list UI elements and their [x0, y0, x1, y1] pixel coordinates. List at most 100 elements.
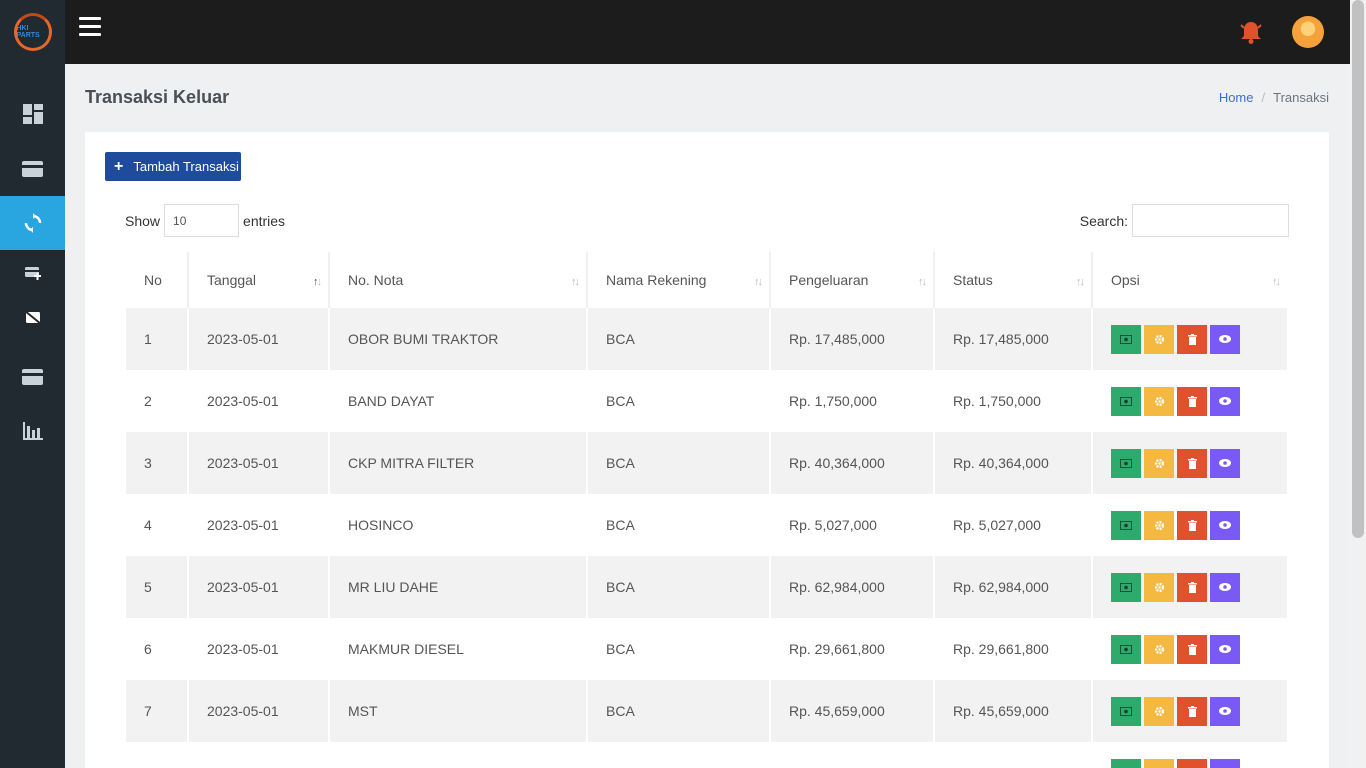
edit-button[interactable] — [1144, 572, 1174, 602]
cell-tanggal: 2023-05-01 — [189, 618, 330, 680]
cell-no-nota: MST — [330, 680, 588, 742]
edit-button[interactable] — [1144, 634, 1174, 664]
gear-icon — [1154, 582, 1165, 593]
pay-button[interactable] — [1111, 572, 1141, 602]
eye-icon — [1219, 583, 1231, 591]
pay-button[interactable] — [1111, 634, 1141, 664]
delete-button[interactable] — [1177, 696, 1207, 726]
sidebar: HKI PARTS — [0, 0, 65, 768]
delete-button[interactable] — [1177, 758, 1207, 768]
delete-button[interactable] — [1177, 386, 1207, 416]
column-header-tanggal[interactable]: Tanggal ↑↓ — [189, 252, 330, 308]
cell-status: Rp. 5,027,000 — [935, 494, 1093, 556]
delete-button[interactable] — [1177, 510, 1207, 540]
view-button[interactable] — [1210, 386, 1240, 416]
sidebar-item-transaksi[interactable] — [0, 196, 65, 250]
sidebar-item-card-2[interactable] — [0, 350, 65, 404]
column-header-status[interactable]: Status ↑↓ — [935, 252, 1093, 308]
edit-button[interactable] — [1144, 448, 1174, 478]
breadcrumb-separator: / — [1261, 90, 1266, 105]
delete-button[interactable] — [1177, 634, 1207, 664]
sidebar-item-card-off[interactable] — [0, 302, 65, 332]
cell-no: 1 — [126, 308, 189, 370]
view-button[interactable] — [1210, 634, 1240, 664]
pay-button[interactable] — [1111, 510, 1141, 540]
cell-nama-rekening: BCA — [588, 618, 771, 680]
view-button[interactable] — [1210, 572, 1240, 602]
trash-icon — [1187, 395, 1197, 407]
entries-label: entries — [243, 212, 286, 229]
entries-length-input[interactable] — [164, 204, 240, 237]
pay-button[interactable] — [1111, 324, 1141, 354]
card-icon — [22, 160, 43, 177]
sort-asc-icon: ↑↓ — [313, 276, 322, 288]
cell-no-nota: CKP MITRA FILTER — [330, 432, 588, 494]
sidebar-item-dashboard[interactable] — [0, 87, 65, 141]
cell-no-nota: MAKMUR DIESEL — [330, 618, 588, 680]
cell-tanggal: 2023-05-01 — [189, 308, 330, 370]
sidebar-item-report[interactable] — [0, 404, 65, 458]
table-search: Search: — [1080, 204, 1289, 237]
view-button[interactable] — [1210, 758, 1240, 768]
view-button[interactable] — [1210, 324, 1240, 354]
show-label: Show — [125, 212, 161, 229]
edit-button[interactable] — [1144, 696, 1174, 726]
page-scrollbar-thumb[interactable] — [1352, 0, 1364, 538]
cell-no: 2 — [126, 370, 189, 432]
cell-opsi — [1093, 742, 1287, 768]
delete-button[interactable] — [1177, 572, 1207, 602]
row-actions — [1111, 696, 1287, 726]
gear-icon — [1154, 458, 1165, 469]
bar-chart-icon — [22, 422, 43, 440]
pay-button[interactable] — [1111, 696, 1141, 726]
cell-no-nota: MPU — [330, 742, 588, 768]
view-button[interactable] — [1210, 510, 1240, 540]
pay-button[interactable] — [1111, 386, 1141, 416]
column-header-pengeluaran[interactable]: Pengeluaran ↑↓ — [771, 252, 935, 308]
cell-tanggal: 2023-05-01 — [189, 742, 330, 768]
sort-icon: ↑↓ — [1272, 276, 1281, 288]
column-header-label: Nama Rekening — [606, 272, 707, 288]
cell-no-nota: OBOR BUMI TRAKTOR — [330, 308, 588, 370]
view-button[interactable] — [1210, 448, 1240, 478]
breadcrumb-home-link[interactable]: Home — [1219, 90, 1254, 105]
menu-toggle-icon[interactable] — [79, 17, 101, 36]
eye-icon — [1219, 645, 1231, 653]
cell-opsi — [1093, 494, 1287, 556]
cell-no: 8 — [126, 742, 189, 768]
cell-opsi — [1093, 680, 1287, 742]
cell-nama-rekening: BCA — [588, 680, 771, 742]
sort-icon: ↑↓ — [754, 276, 763, 288]
column-header-nama-rekening[interactable]: Nama Rekening ↑↓ — [588, 252, 771, 308]
table-row: 5 2023-05-01 MR LIU DAHE BCA Rp. 62,984,000 R… — [126, 556, 1287, 618]
column-header-label: Tanggal — [207, 272, 257, 288]
edit-button[interactable] — [1144, 324, 1174, 354]
cell-pengeluaran: Rp. 40,364,000 — [771, 432, 935, 494]
pay-button[interactable] — [1111, 758, 1141, 768]
money-icon — [1120, 334, 1132, 344]
money-icon — [1120, 582, 1132, 592]
cell-nama-rekening: BCA — [588, 494, 771, 556]
logo[interactable]: HKI PARTS — [0, 0, 65, 64]
cell-no-nota: MR LIU DAHE — [330, 556, 588, 618]
delete-button[interactable] — [1177, 324, 1207, 354]
edit-button[interactable] — [1144, 510, 1174, 540]
pay-button[interactable] — [1111, 448, 1141, 478]
user-avatar[interactable] — [1292, 16, 1324, 48]
cell-no: 7 — [126, 680, 189, 742]
column-header-no-nota[interactable]: No. Nota ↑↓ — [330, 252, 588, 308]
delete-button[interactable] — [1177, 448, 1207, 478]
eye-icon — [1219, 521, 1231, 529]
search-input[interactable] — [1132, 204, 1289, 237]
sidebar-item-card-add[interactable] — [0, 258, 65, 288]
cell-no: 4 — [126, 494, 189, 556]
sidebar-item-card[interactable] — [0, 141, 65, 196]
column-header-opsi[interactable]: Opsi ↑↓ — [1093, 252, 1287, 308]
notification-bell-icon[interactable] — [1238, 19, 1264, 45]
edit-button[interactable] — [1144, 758, 1174, 768]
cell-no: 6 — [126, 618, 189, 680]
edit-button[interactable] — [1144, 386, 1174, 416]
add-transaction-button[interactable]: + Tambah Transaksi — [105, 152, 241, 181]
view-button[interactable] — [1210, 696, 1240, 726]
row-actions — [1111, 634, 1287, 664]
